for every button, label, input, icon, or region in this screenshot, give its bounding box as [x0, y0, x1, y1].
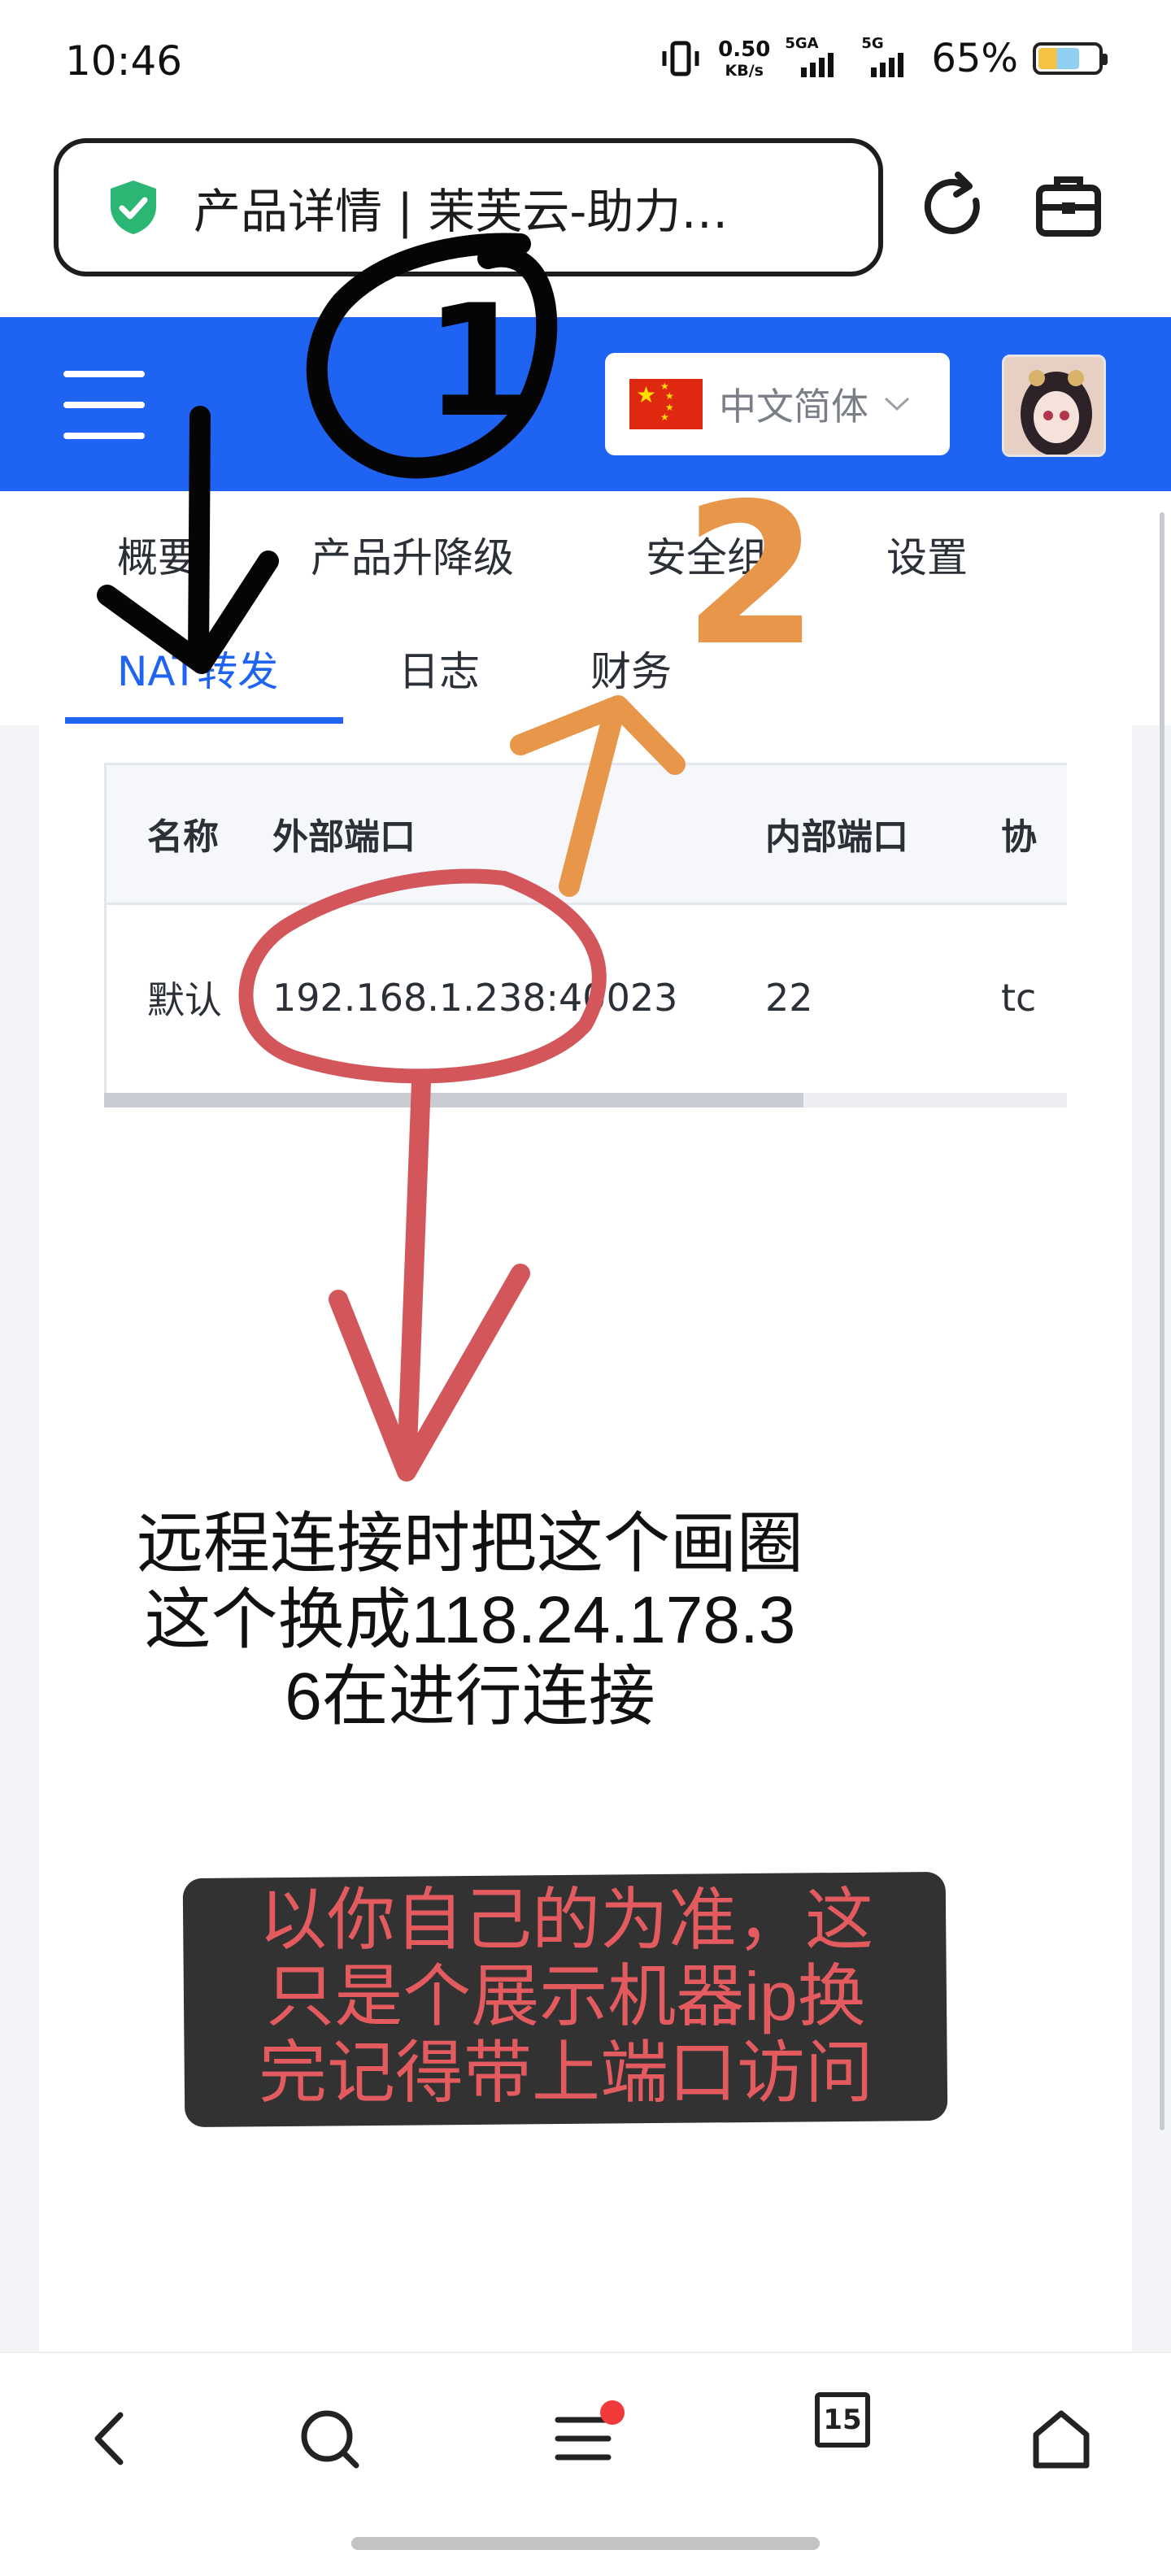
note-red-line-3: 完记得带上端口访问 — [258, 2034, 873, 2111]
search-icon[interactable] — [293, 2402, 366, 2475]
nat-table: 名称 外部端口 内部端口 协 默认 192.168.1.238:40023 22… — [104, 763, 1067, 1107]
tab-upgrade[interactable]: 产品升降级 — [311, 525, 514, 584]
active-tab-indicator — [65, 717, 343, 724]
chevron-down-icon — [884, 397, 910, 411]
menu-icon[interactable] — [63, 371, 145, 439]
user-avatar[interactable] — [1002, 355, 1106, 457]
cell-name: 默认 — [147, 977, 222, 1022]
avatar-image — [1004, 357, 1104, 455]
status-time: 10:46 — [65, 37, 183, 85]
language-select[interactable]: ★ ★ ★ ★ ★ 中文简体 — [605, 353, 950, 455]
battery-percent: 65% — [931, 36, 1018, 81]
secure-shield-icon — [111, 181, 156, 234]
tab-logs[interactable]: 日志 — [398, 639, 480, 698]
china-flag-icon: ★ ★ ★ ★ ★ — [629, 379, 703, 429]
note-red-line-2: 只是个展示机器ip换 — [266, 1958, 866, 2034]
tab-overview[interactable]: 概要 — [117, 525, 198, 584]
page-scrollbar[interactable] — [1160, 512, 1164, 2130]
battery-icon — [1033, 42, 1108, 75]
tabs-count-button[interactable]: 15 — [815, 2392, 870, 2448]
sim1-label: 5GA — [785, 35, 819, 52]
note-red-line-1: 以你自己的为准，这 — [258, 1882, 873, 1958]
table-row: 默认 192.168.1.238:40023 22 tc — [107, 903, 1067, 1090]
tab-security-group[interactable]: 安全组 — [646, 525, 768, 584]
reload-icon[interactable] — [912, 167, 994, 248]
cell-external-port: 192.168.1.238:40023 — [272, 975, 678, 1020]
tab-bar: 概要 产品升降级 安全组 设置 NAT转发 日志 财务 — [0, 491, 1171, 725]
note-black-line-1: 远程连接时把这个画圈 — [136, 1507, 803, 1581]
tab-finance[interactable]: 财务 — [590, 639, 672, 698]
back-icon[interactable] — [75, 2402, 148, 2475]
note-black-line-3: 6在进行连接 — [285, 1660, 655, 1734]
cell-internal-port: 22 — [765, 975, 813, 1020]
annotation-note-black: 远程连接时把这个画圈 这个换成118.24.178.3 6在进行连接 — [96, 1506, 844, 1735]
url-title: 产品详情 | 茉芙云-助力… — [194, 184, 729, 239]
status-bar: 10:46 0.50 KB/s 5GA 5G 65% — [0, 0, 1171, 130]
language-label: 中文简体 — [719, 385, 868, 429]
signal-icon-sim2: 5G — [861, 35, 916, 77]
network-speed: 0.50 KB/s — [718, 39, 770, 79]
sim2-label: 5G — [861, 35, 884, 52]
toolbox-icon[interactable] — [1028, 167, 1109, 248]
home-indicator[interactable] — [351, 2537, 820, 2550]
network-speed-unit: KB/s — [725, 61, 764, 80]
url-bar[interactable]: 产品详情 | 茉芙云-助力… — [54, 138, 883, 276]
app-header: ★ ★ ★ ★ ★ 中文简体 — [0, 317, 1171, 491]
column-header-internal-port: 内部端口 — [765, 765, 1001, 905]
tab-settings[interactable]: 设置 — [886, 525, 968, 584]
annotation-note-red: 以你自己的为准，这 只是个展示机器ip换 完记得带上端口访问 — [192, 1882, 940, 2111]
cell-protocol: tc — [1001, 975, 1037, 1020]
vibrate-icon — [662, 41, 699, 76]
home-icon[interactable] — [1025, 2402, 1098, 2475]
signal-icon-sim1: 5GA — [785, 35, 847, 77]
tab-nat-forwarding[interactable]: NAT转发 — [117, 639, 278, 698]
table-header-row: 名称 外部端口 内部端口 协 — [107, 765, 1067, 905]
table-scrollbar-thumb[interactable] — [104, 1093, 803, 1107]
column-header-name: 名称 — [107, 765, 272, 905]
column-header-protocol: 协 — [1001, 765, 1067, 905]
column-header-external-port: 外部端口 — [272, 765, 765, 905]
status-icons: 0.50 KB/s 5GA 5G 65% — [658, 35, 1108, 81]
notification-dot — [600, 2400, 625, 2425]
network-speed-value: 0.50 — [718, 37, 771, 62]
note-black-line-2: 这个换成118.24.178.3 — [144, 1583, 796, 1657]
